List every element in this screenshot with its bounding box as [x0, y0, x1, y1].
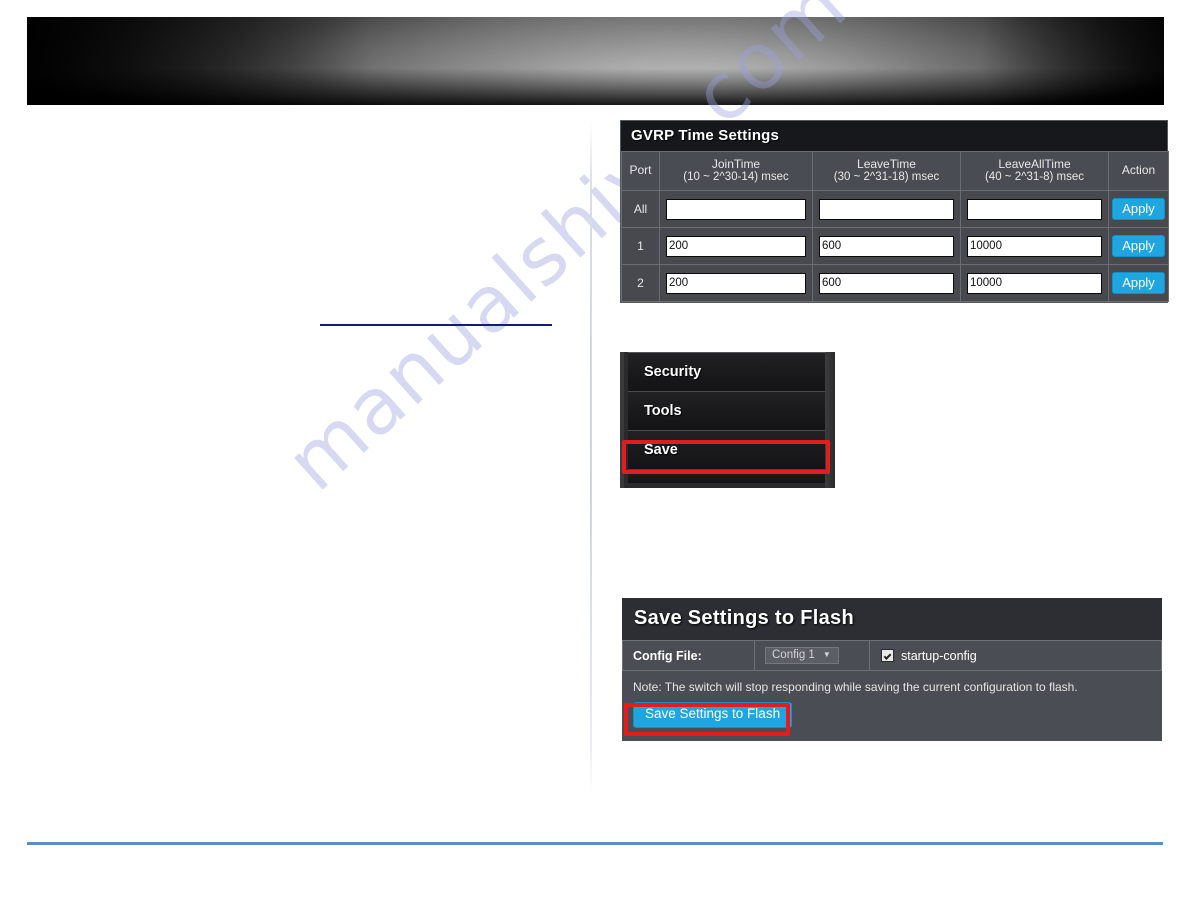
table-row: 2 Apply	[621, 264, 1169, 302]
leavetime-input-port2[interactable]	[819, 272, 954, 294]
apply-button-port2[interactable]: Apply	[1112, 272, 1165, 294]
startup-config-checkbox[interactable]	[881, 649, 894, 662]
gvrp-header-row: Port JoinTime (10 ~ 2^30-14) msec LeaveT…	[621, 151, 1169, 191]
gvrp-row-port: 1	[621, 227, 660, 265]
gvrp-row-action-cell: Apply	[1108, 227, 1169, 265]
gvrp-row-leavealltime-cell	[960, 190, 1109, 228]
gvrp-row-port: 2	[621, 264, 660, 302]
sidebar-item-partial[interactable]	[628, 469, 825, 483]
navy-horizontal-rule	[320, 324, 552, 326]
gvrp-row-leavetime-cell	[812, 190, 961, 228]
sidebar-item-save[interactable]: Save	[628, 430, 825, 469]
leavetime-input-port1[interactable]	[819, 235, 954, 257]
config-file-select[interactable]: Config 1 ▼	[765, 647, 839, 664]
apply-button-port1[interactable]: Apply	[1112, 235, 1165, 257]
gvrp-row-leavealltime-cell	[960, 264, 1109, 302]
save-settings-to-flash-panel: Save Settings to Flash Config File: Conf…	[622, 598, 1162, 741]
sidebar-item-label: Tools	[644, 403, 682, 419]
flash-panel-title: Save Settings to Flash	[622, 598, 1162, 640]
sidebar-item-label: Save	[644, 442, 678, 458]
leavetime-input-all[interactable]	[819, 198, 954, 220]
gvrp-row-jointime-cell	[659, 190, 813, 228]
gvrp-time-settings-panel: GVRP Time Settings Port JoinTime (10 ~ 2…	[620, 120, 1169, 303]
gvrp-row-leavetime-cell	[812, 227, 961, 265]
startup-config-cell: startup-config	[870, 641, 1162, 670]
gvrp-col-action-label: Action	[1121, 163, 1156, 178]
gvrp-col-jointime-range: (10 ~ 2^30-14) msec	[683, 171, 789, 183]
footer-blue-rule	[27, 842, 1163, 845]
gvrp-col-jointime-label: JoinTime	[711, 156, 761, 171]
jointime-input-port2[interactable]	[666, 272, 806, 294]
leavealltime-input-all[interactable]	[967, 198, 1102, 220]
sidebar-item-label: Security	[644, 364, 702, 380]
table-row: All Apply	[621, 190, 1169, 228]
gvrp-col-jointime: JoinTime (10 ~ 2^30-14) msec	[659, 151, 813, 191]
gvrp-row-leavetime-cell	[812, 264, 961, 302]
menu-scrollbar-track[interactable]	[825, 352, 835, 488]
gvrp-col-leavetime: LeaveTime (30 ~ 2^31-18) msec	[812, 151, 961, 191]
banner-shade-bottom	[27, 68, 1164, 105]
flash-button-row: Save Settings to Flash	[622, 702, 1162, 741]
navigation-menu-list: Security Tools Save	[628, 352, 825, 488]
config-file-selected-value: Config 1	[772, 649, 815, 661]
config-file-label: Config File:	[622, 641, 755, 670]
gvrp-col-leavealltime-range: (40 ~ 2^31-8) msec	[984, 171, 1085, 183]
navigation-menu-panel: Security Tools Save	[620, 352, 835, 488]
config-file-row: Config File: Config 1 ▼ startup-config	[622, 640, 1162, 671]
gvrp-panel-title: GVRP Time Settings	[621, 121, 1167, 151]
gvrp-col-leavetime-range: (30 ~ 2^31-18) msec	[833, 171, 940, 183]
config-file-select-cell: Config 1 ▼	[755, 641, 870, 670]
sidebar-item-tools[interactable]: Tools	[628, 391, 825, 430]
gvrp-row-jointime-cell	[659, 227, 813, 265]
sidebar-item-security[interactable]: Security	[628, 352, 825, 391]
gvrp-row-action-cell: Apply	[1108, 190, 1169, 228]
gvrp-col-leavealltime: LeaveAllTime (40 ~ 2^31-8) msec	[960, 151, 1109, 191]
gvrp-row-port: All	[621, 190, 660, 228]
gvrp-col-leavetime-label: LeaveTime	[857, 156, 916, 171]
gvrp-col-action: Action	[1108, 151, 1169, 191]
page-header-banner	[27, 17, 1164, 105]
apply-button-all[interactable]: Apply	[1112, 198, 1165, 220]
gvrp-row-jointime-cell	[659, 264, 813, 302]
gvrp-row-leavealltime-cell	[960, 227, 1109, 265]
gvrp-col-leavealltime-label: LeaveAllTime	[998, 156, 1071, 171]
gvrp-col-port-label: Port	[629, 163, 652, 178]
gvrp-col-port: Port	[621, 151, 660, 191]
save-settings-to-flash-button[interactable]: Save Settings to Flash	[633, 702, 793, 728]
flash-note-text: Note: The switch will stop responding wh…	[633, 680, 1078, 694]
leavealltime-input-port1[interactable]	[967, 235, 1102, 257]
vertical-column-divider	[590, 122, 592, 796]
gvrp-table: Port JoinTime (10 ~ 2^30-14) msec LeaveT…	[621, 151, 1169, 302]
leavealltime-input-port2[interactable]	[967, 272, 1102, 294]
startup-config-label: startup-config	[901, 648, 977, 663]
gvrp-row-action-cell: Apply	[1108, 264, 1169, 302]
jointime-input-all[interactable]	[666, 198, 806, 220]
jointime-input-port1[interactable]	[666, 235, 806, 257]
chevron-down-icon: ▼	[822, 650, 831, 659]
table-row: 1 Apply	[621, 227, 1169, 265]
